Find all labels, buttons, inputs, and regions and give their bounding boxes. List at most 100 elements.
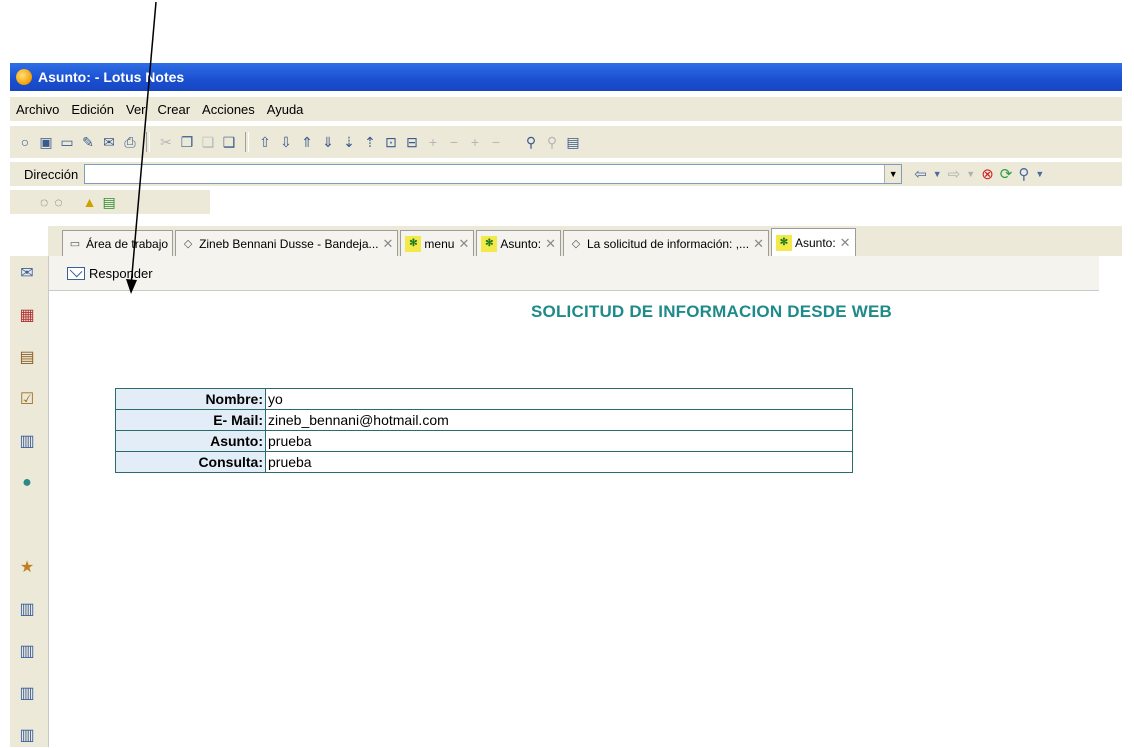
save-icon[interactable]: ▣ [37,133,55,151]
paste-icon[interactable]: ❏ [199,133,217,151]
main-toolbar: ○ ▣ ▭ ✎ ✉ ⎙ ✂ ❐ ❏ ❑ ⇧ ⇩ ⇑ ⇓ ⇣ ⇡ ⊡ ⊟ + − … [10,126,1122,158]
binoculars-icon[interactable]: ⚲ [522,133,540,151]
field-label: E- Mail: [115,409,266,431]
tab-label: Zineb Bennani Dusse - Bandeja... [199,236,379,251]
search-dropdown-icon[interactable]: ▼ [1035,169,1044,179]
go-to-view-icon[interactable]: ⊡ [382,133,400,151]
table-row: Asunto: prueba [115,430,853,452]
document-pane: Responder SOLICITUD DE INFORMACION DESDE… [48,256,1099,747]
mail-icon[interactable]: ✉ [14,260,40,286]
search-web-icon[interactable]: ⚲ [1018,165,1029,183]
tab-label: Asunto: [794,235,836,250]
discussion-icon[interactable]: ◌ [40,194,48,210]
tab-label: La solicitud de información: ,... [586,236,750,251]
forward-dropdown-icon[interactable]: ▼ [966,169,975,179]
properties-icon[interactable]: ▤ [564,133,582,151]
expand-all-icon[interactable]: + [466,133,484,151]
copy-icon[interactable]: ❐ [178,133,196,151]
form-icon[interactable]: ▤ [103,194,116,211]
menu-ver[interactable]: Ver [120,102,152,117]
chat-icon[interactable]: ◌ [54,194,62,210]
chevron-down-icon[interactable]: ▼ [884,165,902,183]
field-value: prueba [265,451,853,473]
lock-icon[interactable]: ▲ [83,194,97,210]
previous-document-icon[interactable]: ⇑ [298,133,316,151]
workspace-icon: ▭ [69,238,81,250]
search-icon[interactable]: ⚲ [543,133,561,151]
new-icon[interactable]: ○ [16,133,34,151]
back-icon[interactable]: ⇦ [914,165,927,183]
menu-ayuda[interactable]: Ayuda [261,102,310,117]
tab-menu[interactable]: ✻ menu ✕ [400,230,475,256]
secondary-toolbar: ◌ ◌ ▲ ▤ [10,190,210,214]
title-bar: Asunto: - Lotus Notes [10,63,1122,91]
collapse-all-icon[interactable]: − [487,133,505,151]
close-icon[interactable]: ✕ [753,236,764,252]
sametime-icon[interactable]: ● [14,470,40,496]
paste-special-icon[interactable]: ❑ [220,133,238,151]
menu-archivo[interactable]: Archivo [10,102,65,117]
address-book-icon[interactable]: ▤ [14,344,40,370]
next-document-icon[interactable]: ⇓ [319,133,337,151]
last-document-icon[interactable]: ⇩ [277,133,295,151]
address-bar: Dirección ▼ ⇦ ▼ ⇨ ▼ ⊗ ⟳ ⚲ ▼ [10,162,1122,186]
toolbar-separator [245,132,249,152]
mail-send-icon[interactable]: ✉ [100,133,118,151]
reply-button[interactable]: Responder [67,266,153,281]
replicator-icon[interactable]: ▥ [14,428,40,454]
address-input[interactable]: ▼ [84,164,903,184]
refresh-icon[interactable]: ⟳ [1000,165,1013,183]
mail-icon: ◇ [183,238,193,250]
stop-icon[interactable]: ⊗ [981,165,994,183]
window-title: Asunto: - Lotus Notes [38,69,185,85]
databases-icon[interactable]: ▥ [14,596,40,622]
field-value: yo [265,388,853,410]
close-icon[interactable]: ✕ [545,236,556,252]
menu-crear[interactable]: Crear [152,102,197,117]
expand-icon[interactable]: + [424,133,442,151]
more-bookmarks-icon[interactable]: ▥ [14,638,40,664]
tab-label: Asunto: [500,236,542,251]
first-document-icon[interactable]: ⇧ [256,133,274,151]
internet-explorer-links-icon[interactable]: ▥ [14,722,40,748]
back-dropdown-icon[interactable]: ▼ [933,169,942,179]
tab-inbox[interactable]: ◇ Zineb Bennani Dusse - Bandeja... ✕ [175,230,399,256]
field-value: zineb_bennani@hotmail.com [265,409,853,431]
menu-bar: Archivo Edición Ver Crear Acciones Ayuda [10,97,1122,121]
mail-icon: ◇ [571,238,581,250]
close-icon[interactable]: ✕ [840,235,851,251]
previous-unread-icon[interactable]: ⇡ [361,133,379,151]
tab-solicitud[interactable]: ◇ La solicitud de información: ,... ✕ [562,230,769,256]
open-icon[interactable]: ▭ [58,133,76,151]
menu-acciones[interactable]: Acciones [196,102,261,117]
table-row: E- Mail: zineb_bennani@hotmail.com [115,409,853,431]
tab-workspace[interactable]: ▭ Área de trabajo [62,230,174,256]
reply-label: Responder [89,265,153,281]
favorite-bookmarks-icon[interactable]: ★ [14,554,40,580]
calendar-icon[interactable]: ▦ [14,302,40,328]
web-document-icon: ✻ [775,234,792,251]
print-icon[interactable]: ⎙ [121,133,139,151]
next-unread-icon[interactable]: ⇣ [340,133,358,151]
navigation-buttons: ⇦ ▼ ⇨ ▼ ⊗ ⟳ ⚲ ▼ [902,165,1044,183]
collapse-icon[interactable]: − [445,133,463,151]
todo-icon[interactable]: ☑ [14,386,40,412]
tab-strip: ▭ Área de trabajo ◇ Zineb Bennani Dusse … [48,226,1122,256]
toolbar-separator [146,132,150,152]
menu-edicion[interactable]: Edición [65,102,120,117]
bookmark-bar: ✉ ▦ ▤ ☑ ▥ ● ★ ▥ ▥ ▥ ▥ [10,256,49,747]
tab-asunto[interactable]: ✻ Asunto: ✕ [476,230,561,256]
table-row: Consulta: prueba [115,451,853,473]
forward-icon[interactable]: ⇨ [948,165,961,183]
field-value: prueba [265,430,853,452]
tab-label: Área de trabajo [86,236,169,251]
tab-asunto-active[interactable]: ✻ Asunto: ✕ [770,228,856,256]
web-document-icon: ✻ [481,235,498,252]
edit-icon[interactable]: ✎ [79,133,97,151]
close-icon[interactable]: ✕ [383,236,394,252]
close-icon[interactable]: ✕ [458,236,469,252]
cut-icon[interactable]: ✂ [157,133,175,151]
show-preview-icon[interactable]: ⊟ [403,133,421,151]
applications-icon[interactable]: ▥ [14,680,40,706]
field-label: Consulta: [115,451,266,473]
